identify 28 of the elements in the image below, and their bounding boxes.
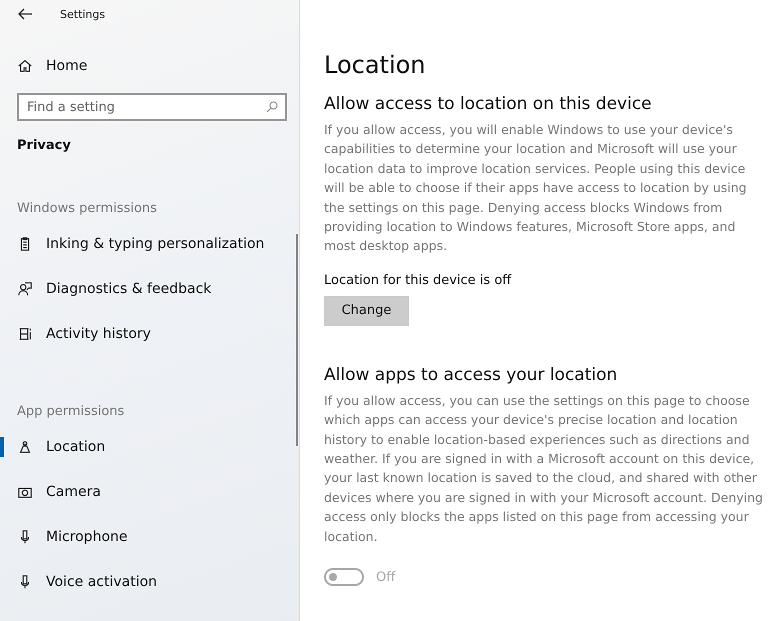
- section-heading: Allow access to location on this device: [324, 94, 653, 114]
- home-icon: [17, 58, 33, 74]
- search-icon: [266, 101, 278, 113]
- nav-item[interactable]: Activity history: [0, 311, 159, 356]
- change-button[interactable]: Change: [324, 296, 409, 326]
- section-heading: App permissions: [17, 404, 126, 419]
- category-heading: Privacy: [17, 138, 72, 153]
- nav-icon: [17, 280, 33, 296]
- nav-item[interactable]: Camera: [0, 469, 109, 514]
- page-title: Location: [324, 51, 427, 79]
- status-text: Location for this device is off: [324, 272, 512, 288]
- home-link[interactable]: Home: [0, 43, 96, 89]
- section-heading: Windows permissions: [17, 201, 158, 216]
- toggle-label: Off: [376, 570, 396, 585]
- nav-item[interactable]: Diagnostics & feedback: [0, 266, 220, 311]
- nav-icon: [17, 438, 33, 454]
- nav-item[interactable]: Voice activation: [0, 559, 166, 604]
- scrollbar[interactable]: [296, 234, 298, 446]
- back-icon[interactable]: [18, 8, 32, 20]
- search-field[interactable]: Find a setting: [17, 93, 287, 121]
- description-text: If you allow access, you will enable Windows to use your device's capabilities to determine your location and Microsoft will use your location data to improve location services. People using this device will be able to choose if their apps have access to location by using the settings on this page. Denying access blocks Windows from providing location to Windows features, Microsoft Store apps, and most desktop apps.: [324, 121, 748, 256]
- nav-icon: [17, 326, 33, 342]
- description-text: If you allow access, you can use the settings on this page to choose which apps can access your device's precise location and location history to enable location-based experiences such as directions and weather. If you are signed in with a Microsoft account on this device, your last known location is saved to the cloud, and shared with other devices where you are signed in with your Microsoft account. Denying access only blocks the apps listed on this page from accessing your location.: [324, 392, 764, 546]
- nav-item[interactable]: Location: [0, 424, 114, 469]
- section-heading: Allow apps to access your location: [324, 364, 618, 385]
- window-title: Settings: [60, 8, 106, 20]
- nav-item[interactable]: Microphone: [0, 514, 136, 559]
- nav-item[interactable]: Inking & typing personalization: [0, 221, 272, 266]
